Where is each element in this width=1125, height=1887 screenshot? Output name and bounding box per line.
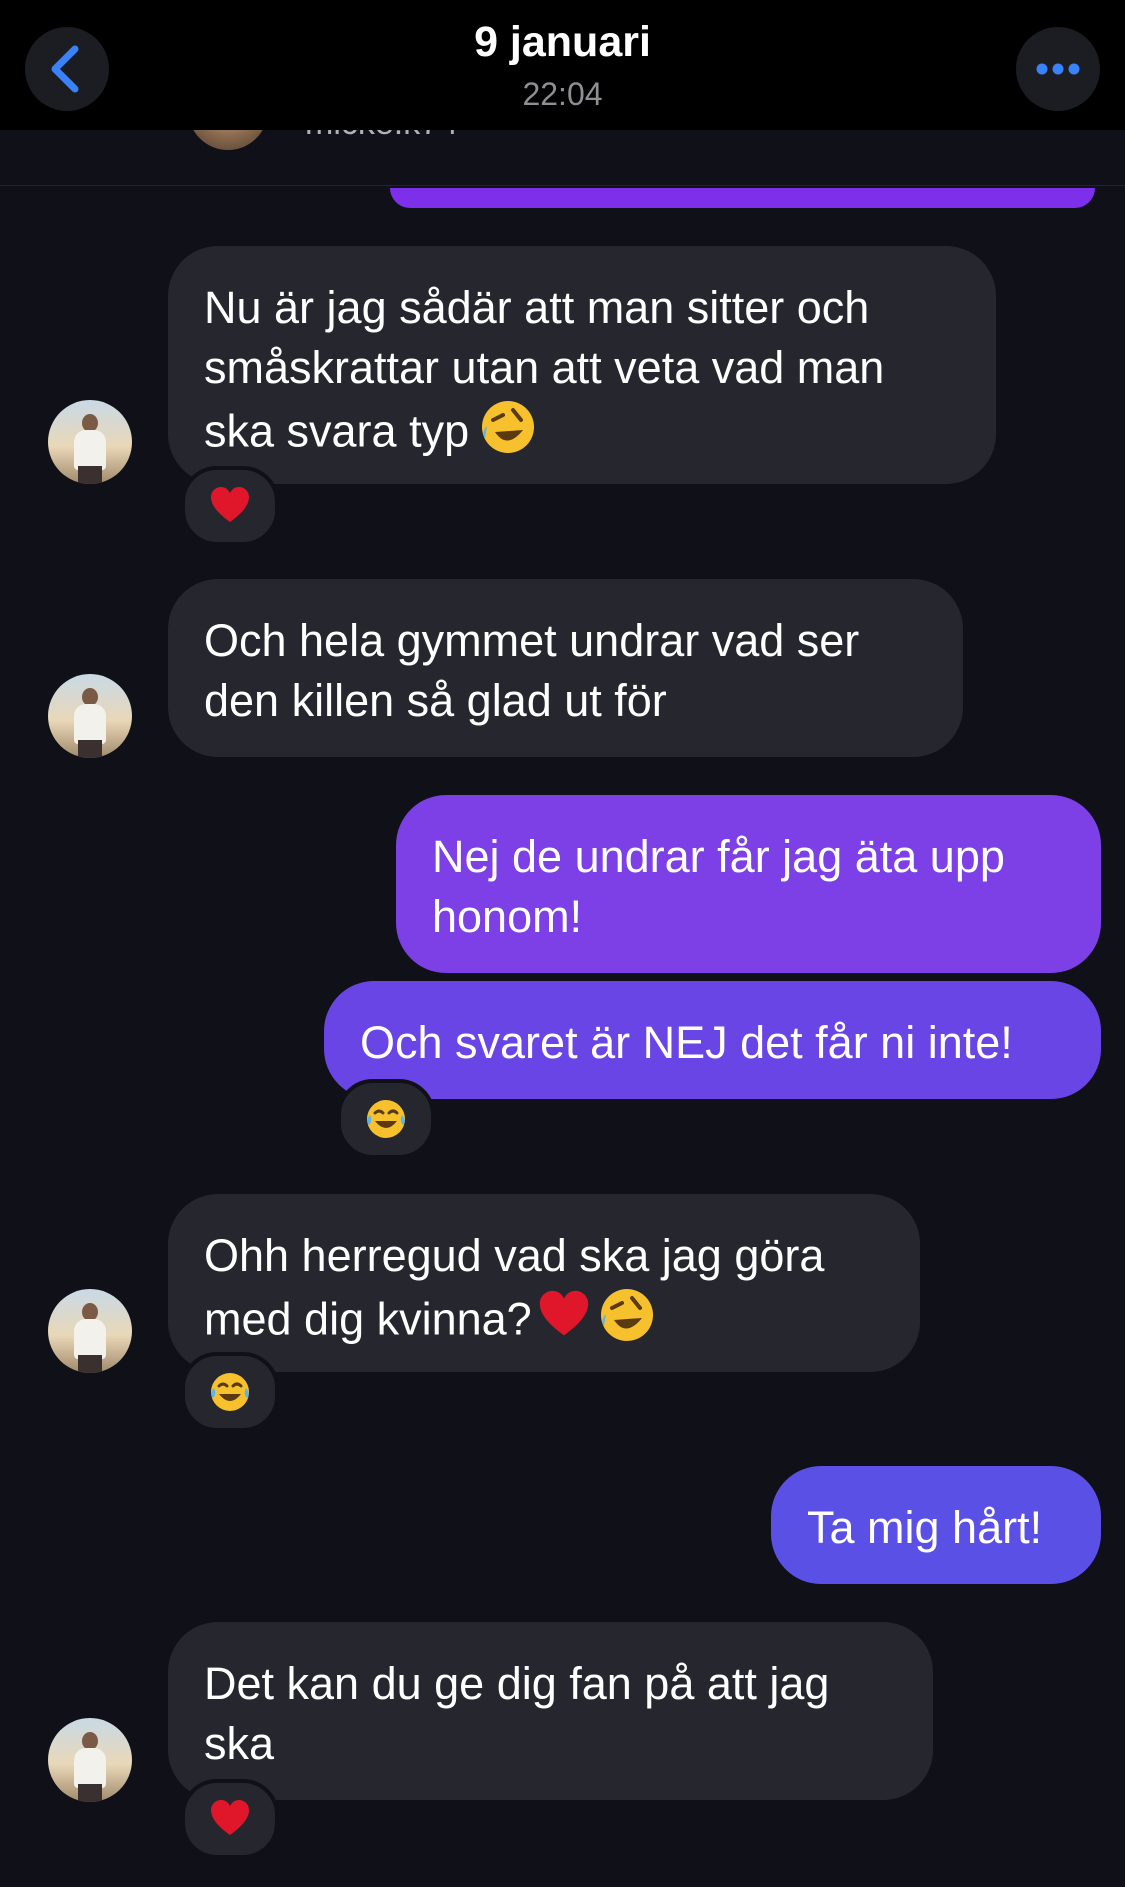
- incoming-message-bubble[interactable]: Det kan du ge dig fan på att jag ska: [168, 1622, 933, 1800]
- face-with-tears-of-joy-icon: [367, 1100, 405, 1138]
- message-text-line: Det kan du ge dig fan på att jag: [204, 1658, 830, 1709]
- message-text-line: den killen så glad ut för: [204, 675, 667, 726]
- ellipsis-icon: [1036, 63, 1080, 75]
- message-reaction[interactable]: [181, 466, 279, 546]
- incoming-message-bubble[interactable]: Nu är jag sådär att man sitter och småsk…: [168, 246, 996, 484]
- outgoing-bubble-partial: [390, 188, 1095, 208]
- message-text-line: Nej de undrar får jag äta upp: [432, 831, 1005, 882]
- message-text-line: Nu är jag sådär att man sitter och: [204, 282, 870, 333]
- message-text-line: ska svara typ: [204, 405, 470, 457]
- rolling-on-floor-laughing-icon: [598, 1286, 656, 1359]
- message-text-line: Ta mig hårt!: [807, 1502, 1043, 1553]
- message-text-line: honom!: [432, 891, 583, 942]
- message-text-line: Och svaret är NEJ det får ni inte!: [360, 1017, 1013, 1068]
- conversation-date: 9 januari: [474, 18, 651, 66]
- message-text-line: småskrattar utan att veta vad man: [204, 342, 885, 393]
- red-heart-icon: [211, 1800, 249, 1835]
- message-text-line: Ohh herregud vad ska jag göra: [204, 1230, 825, 1281]
- incoming-message-bubble[interactable]: Ohh herregud vad ska jag göra med dig kv…: [168, 1194, 920, 1372]
- avatar[interactable]: [48, 400, 132, 484]
- message-text-line: med dig kvinna?: [204, 1293, 532, 1345]
- rolling-on-floor-laughing-icon: [479, 398, 537, 471]
- more-options-button[interactable]: [1016, 27, 1100, 111]
- message-text-line: Och hela gymmet undrar vad ser: [204, 615, 860, 666]
- red-heart-icon: [536, 1287, 592, 1358]
- message-reaction[interactable]: [337, 1079, 435, 1159]
- message-reaction[interactable]: [181, 1779, 279, 1859]
- outgoing-message-bubble[interactable]: Nej de undrar får jag äta upp honom!: [396, 795, 1101, 973]
- outgoing-message-bubble[interactable]: Ta mig hårt!: [771, 1466, 1101, 1584]
- avatar[interactable]: [48, 1718, 132, 1802]
- conversation-time: 22:04: [522, 76, 603, 112]
- message-text-line: ska: [204, 1718, 275, 1769]
- red-heart-icon: [211, 487, 249, 522]
- avatar[interactable]: [48, 674, 132, 758]
- chat-header: 9 januari 22:04: [0, 0, 1125, 130]
- outgoing-message-bubble[interactable]: Och svaret är NEJ det får ni inte!: [324, 981, 1101, 1099]
- message-reaction[interactable]: [181, 1352, 279, 1432]
- face-with-tears-of-joy-icon: [211, 1373, 249, 1411]
- avatar[interactable]: [48, 1289, 132, 1373]
- incoming-message-bubble[interactable]: Och hela gymmet undrar vad ser den kille…: [168, 579, 963, 757]
